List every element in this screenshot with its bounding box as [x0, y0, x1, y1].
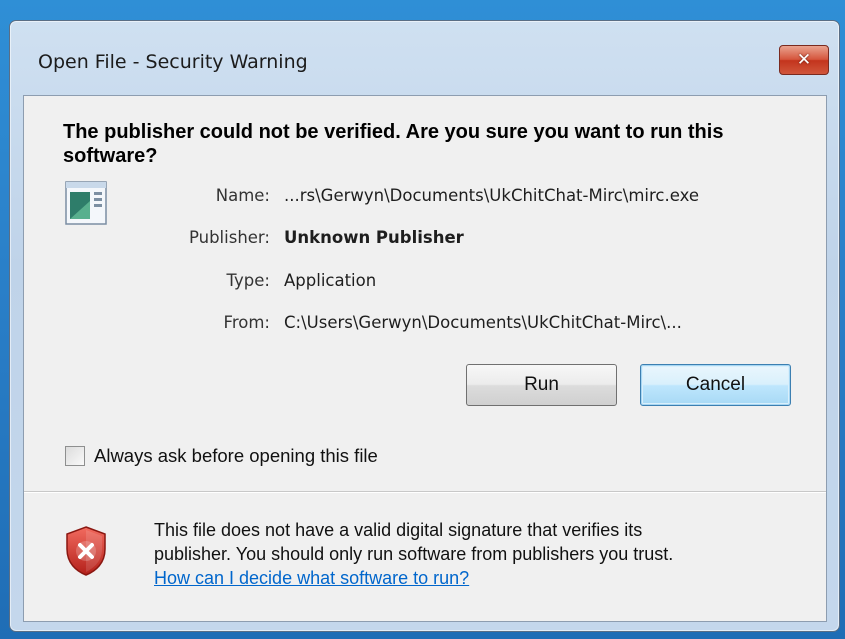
type-value: Application [284, 271, 377, 290]
from-value: C:\Users\Gerwyn\Documents\UkChitChat-Mir… [284, 313, 682, 332]
close-button[interactable]: ✕ [779, 45, 829, 75]
publisher-label: Publisher: [188, 228, 270, 247]
title-bar[interactable]: Open File - Security Warning ✕ [10, 21, 839, 95]
name-value: ...rs\Gerwyn\Documents\UkChitChat-Mirc\m… [284, 186, 700, 205]
signature-warning-text: This file does not have a valid digital … [154, 518, 804, 590]
footer-panel: This file does not have a valid digital … [24, 493, 826, 621]
detail-row-type: Type: Application [24, 271, 828, 299]
name-label: Name: [215, 186, 270, 205]
detail-row-from: From: C:\Users\Gerwyn\Documents\UkChitCh… [24, 313, 828, 341]
detail-row-name: Name: ...rs\Gerwyn\Documents\UkChitChat-… [24, 186, 828, 214]
run-button[interactable]: Run [466, 364, 617, 406]
warning-line-2: publisher. You should only run software … [154, 544, 674, 564]
warning-headline: The publisher could not be verified. Are… [63, 121, 724, 167]
cancel-button[interactable]: Cancel [640, 364, 791, 406]
detail-row-publisher: Publisher: Unknown Publisher [24, 228, 828, 256]
dialog-body: The publisher could not be verified. Are… [23, 95, 827, 622]
security-warning-dialog: Open File - Security Warning ✕ The publi… [9, 20, 840, 632]
type-label: Type: [226, 271, 270, 290]
publisher-value: Unknown Publisher [284, 228, 464, 247]
help-link[interactable]: How can I decide what software to run? [154, 566, 804, 590]
warning-line-1: This file does not have a valid digital … [154, 520, 643, 540]
from-label: From: [223, 313, 270, 332]
dialog-title: Open File - Security Warning [38, 51, 308, 73]
always-ask-option[interactable]: Always ask before opening this file [65, 444, 565, 470]
always-ask-label[interactable]: Always ask before opening this file [94, 445, 378, 467]
shield-error-icon [66, 526, 106, 576]
always-ask-checkbox[interactable] [65, 446, 85, 466]
close-icon: ✕ [796, 49, 812, 70]
